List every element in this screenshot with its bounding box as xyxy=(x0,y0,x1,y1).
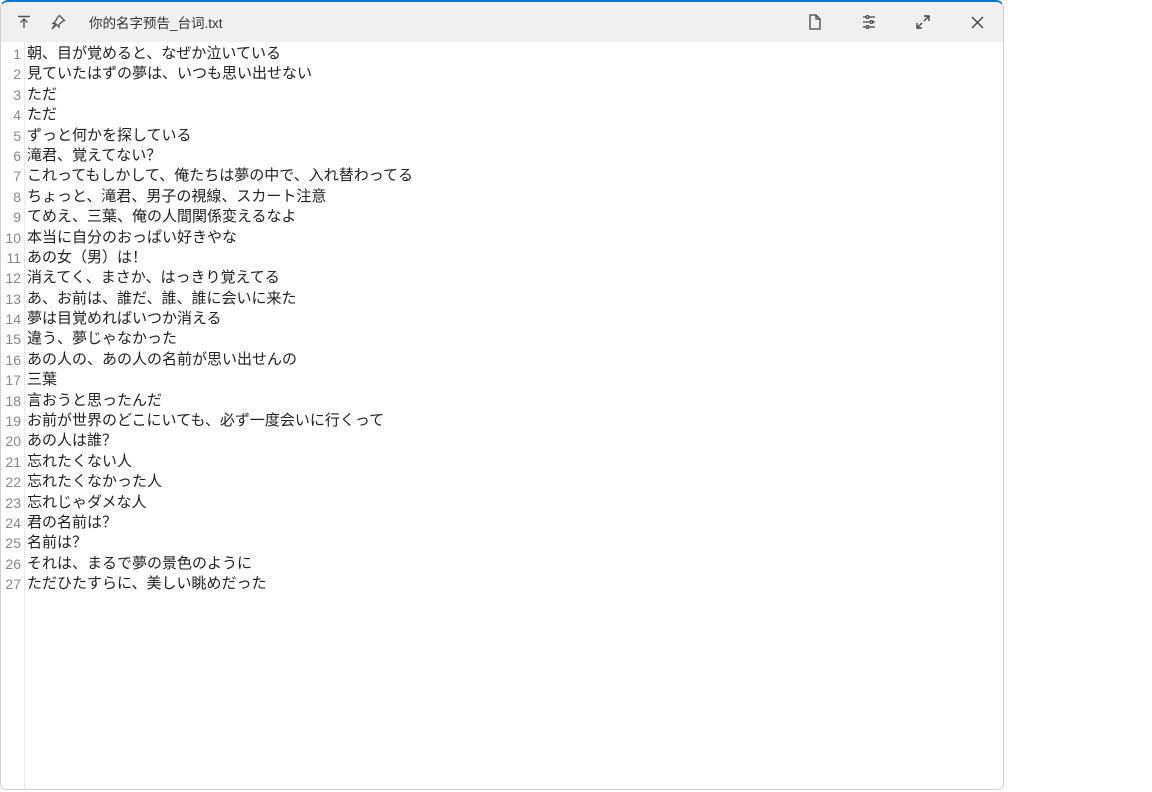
line-number: 12 xyxy=(1,268,21,288)
editor-window: 你的名字预告_台词.txt xyxy=(0,0,1004,790)
line-number: 19 xyxy=(1,411,21,431)
text-line[interactable]: あの女（男）は！ xyxy=(27,248,1003,268)
pin-icon[interactable] xyxy=(49,13,67,31)
line-number: 21 xyxy=(1,452,21,472)
text-line[interactable]: 朝、目が覚めると、なぜか泣いている xyxy=(27,44,1003,64)
top-icon[interactable] xyxy=(15,13,33,31)
line-number: 7 xyxy=(1,166,21,186)
text-line[interactable]: これってもしかして、俺たちは夢の中で、入れ替わってる xyxy=(27,166,1003,186)
new-file-icon[interactable] xyxy=(797,4,833,40)
text-line[interactable]: 忘れたくない人 xyxy=(27,452,1003,472)
text-line[interactable]: ずっと何かを探している xyxy=(27,126,1003,146)
line-number: 24 xyxy=(1,513,21,533)
line-number: 11 xyxy=(1,248,21,268)
line-number: 4 xyxy=(1,105,21,125)
text-line[interactable]: ただひたすらに、美しい眺めだった xyxy=(27,574,1003,594)
line-number: 10 xyxy=(1,228,21,248)
text-line[interactable]: 違う、夢じゃなかった xyxy=(27,329,1003,349)
line-number: 20 xyxy=(1,431,21,451)
titlebar-left: 你的名字预告_台词.txt xyxy=(15,12,797,32)
line-number: 15 xyxy=(1,329,21,349)
text-line[interactable]: ちょっと、滝君、男子の視線、スカート注意 xyxy=(27,187,1003,207)
text-line[interactable]: ただ xyxy=(27,85,1003,105)
text-line[interactable]: 忘れじゃダメな人 xyxy=(27,493,1003,513)
titlebar: 你的名字预告_台词.txt xyxy=(1,2,1003,42)
text-line[interactable]: 滝君、覚えてない？ xyxy=(27,146,1003,166)
line-number: 14 xyxy=(1,309,21,329)
line-number: 8 xyxy=(1,187,21,207)
line-number: 3 xyxy=(1,85,21,105)
line-number: 1 xyxy=(1,44,21,64)
line-number: 17 xyxy=(1,370,21,390)
settings-icon[interactable] xyxy=(851,4,887,40)
titlebar-right xyxy=(797,4,995,40)
text-line[interactable]: 君の名前は？ xyxy=(27,513,1003,533)
text-line[interactable]: あの人の、あの人の名前が思い出せんの xyxy=(27,350,1003,370)
text-line[interactable]: ただ xyxy=(27,105,1003,125)
text-content[interactable]: 朝、目が覚めると、なぜか泣いている見ていたはずの夢は、いつも思い出せないただただ… xyxy=(25,42,1003,789)
text-line[interactable]: それは、まるで夢の景色のように xyxy=(27,554,1003,574)
text-line[interactable]: てめえ、三葉、俺の人間関係変えるなよ xyxy=(27,207,1003,227)
line-number: 5 xyxy=(1,126,21,146)
text-line[interactable]: お前が世界のどこにいても、必ず一度会いに行くって xyxy=(27,411,1003,431)
line-number-gutter: 1234567891011121314151617181920212223242… xyxy=(1,42,25,789)
text-line[interactable]: 消えてく、まさか、はっきり覚えてる xyxy=(27,268,1003,288)
editor-area[interactable]: 1234567891011121314151617181920212223242… xyxy=(1,42,1003,789)
file-title: 你的名字预告_台词.txt xyxy=(89,12,223,32)
line-number: 25 xyxy=(1,533,21,553)
line-number: 6 xyxy=(1,146,21,166)
line-number: 9 xyxy=(1,207,21,227)
line-number: 18 xyxy=(1,391,21,411)
close-icon[interactable] xyxy=(959,4,995,40)
line-number: 26 xyxy=(1,554,21,574)
line-number: 23 xyxy=(1,493,21,513)
text-line[interactable]: あ、お前は、誰だ、誰、誰に会いに来た xyxy=(27,289,1003,309)
text-line[interactable]: あの人は誰？ xyxy=(27,431,1003,451)
line-number: 27 xyxy=(1,574,21,594)
text-line[interactable]: 三葉 xyxy=(27,370,1003,390)
maximize-icon[interactable] xyxy=(905,4,941,40)
line-number: 16 xyxy=(1,350,21,370)
text-line[interactable]: 本当に自分のおっぱい好きやな xyxy=(27,228,1003,248)
text-line[interactable]: 夢は目覚めればいつか消える xyxy=(27,309,1003,329)
text-line[interactable]: 言おうと思ったんだ xyxy=(27,391,1003,411)
text-line[interactable]: 名前は？ xyxy=(27,533,1003,553)
text-line[interactable]: 忘れたくなかった人 xyxy=(27,472,1003,492)
text-line[interactable]: 見ていたはずの夢は、いつも思い出せない xyxy=(27,64,1003,84)
line-number: 13 xyxy=(1,289,21,309)
line-number: 2 xyxy=(1,64,21,84)
line-number: 22 xyxy=(1,472,21,492)
